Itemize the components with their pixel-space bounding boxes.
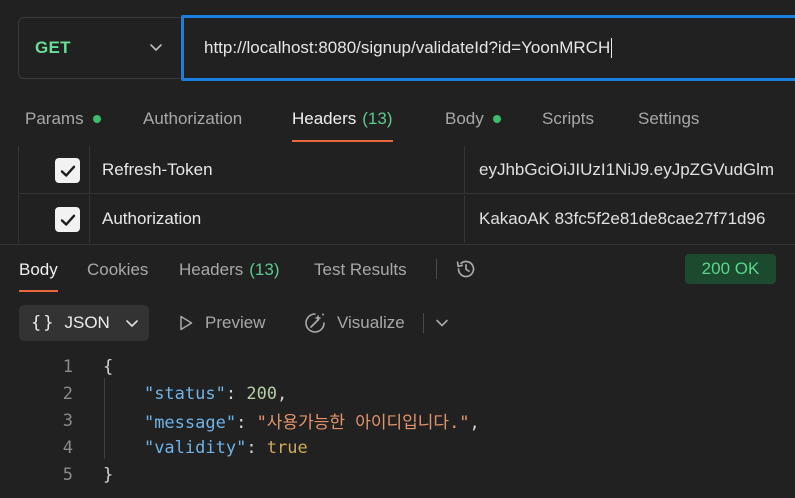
format-dropdown[interactable]: {} JSON xyxy=(19,305,149,341)
headers-table: Refresh-Token eyJhbGciOiJIUzI1NiJ9.eyJpZ… xyxy=(18,146,795,244)
column-divider xyxy=(89,195,90,243)
tab-settings-label: Settings xyxy=(638,109,700,128)
header-enabled-checkbox[interactable] xyxy=(55,207,80,232)
tab-scripts-label: Scripts xyxy=(542,109,594,128)
preview-button[interactable]: Preview xyxy=(177,305,265,341)
tab-authorization-label: Authorization xyxy=(143,109,243,128)
table-row: Refresh-Token eyJhbGciOiJIUzI1NiJ9.eyJpZ… xyxy=(18,146,795,194)
tab-cookies-label: Cookies xyxy=(87,260,149,279)
pane-divider[interactable] xyxy=(0,244,795,245)
checkmark-icon xyxy=(60,165,75,177)
postman-request-window: GET http://localhost:8080/signup/validat… xyxy=(0,0,795,498)
tab-body[interactable]: Body xyxy=(445,96,501,142)
tab-test-results[interactable]: Test Results xyxy=(314,248,407,292)
method-dropdown[interactable]: GET xyxy=(18,17,181,79)
format-label: JSON xyxy=(64,313,110,332)
header-value[interactable]: eyJhbGciOiJIUzI1NiJ9.eyJpZGVudGlm xyxy=(479,146,795,194)
request-tabs: Params Authorization Headers (13) Body S… xyxy=(0,96,795,142)
line-number: 4 xyxy=(62,437,73,458)
json-number: 200 xyxy=(246,383,278,404)
json-string: "사용가능한 아이디입니다." xyxy=(256,413,470,433)
header-value[interactable]: KakaoAK 83fc5f2e81de8cae27f71d96 xyxy=(479,195,795,243)
header-key[interactable]: Refresh-Token xyxy=(102,146,213,194)
body-enabled-dot xyxy=(492,115,501,123)
json-brace: } xyxy=(103,464,114,485)
tab-body-label: Body xyxy=(445,109,484,128)
tab-headers[interactable]: Headers (13) xyxy=(292,96,393,142)
header-enabled-checkbox[interactable] xyxy=(55,158,80,183)
code-line: 1 { xyxy=(0,353,795,380)
header-key[interactable]: Authorization xyxy=(102,195,201,243)
column-divider xyxy=(464,146,465,194)
column-divider xyxy=(464,195,465,243)
tab-cookies[interactable]: Cookies xyxy=(87,248,148,292)
json-key: "status" xyxy=(143,383,226,404)
json-brace: { xyxy=(103,356,114,377)
json-braces-icon: {} xyxy=(31,313,56,333)
status-badge[interactable]: 200 OK xyxy=(685,254,776,284)
toolbar-separator xyxy=(423,313,424,333)
url-text: http://localhost:8080/signup/validateId?… xyxy=(204,38,611,57)
line-number: 2 xyxy=(62,383,73,404)
params-enabled-dot xyxy=(92,115,101,123)
tab-headers-label: Headers xyxy=(292,109,357,128)
tab-params-label: Params xyxy=(25,109,84,128)
table-row: Authorization KakaoAK 83fc5f2e81de8cae27… xyxy=(18,195,795,243)
tab-response-headers-label: Headers xyxy=(179,260,244,279)
tab-response-body-label: Body xyxy=(19,260,58,279)
visualize-label: Visualize xyxy=(337,313,405,332)
line-number: 1 xyxy=(62,356,73,377)
tab-response-body[interactable]: Body xyxy=(19,248,58,292)
tab-settings[interactable]: Settings xyxy=(638,96,699,142)
method-label: GET xyxy=(35,38,71,57)
json-key: "validity" xyxy=(143,437,247,458)
chevron-down-icon xyxy=(126,320,138,327)
tab-response-headers[interactable]: Headers (13) xyxy=(179,248,280,292)
tab-test-results-label: Test Results xyxy=(314,260,407,279)
column-divider xyxy=(89,146,90,194)
checkmark-icon xyxy=(60,214,75,226)
json-key: "message" xyxy=(143,413,237,433)
tab-authorization[interactable]: Authorization xyxy=(143,96,242,142)
chevron-down-icon xyxy=(150,44,162,51)
toolbar-separator xyxy=(436,259,437,279)
code-line: 4 "validity": true xyxy=(0,434,795,461)
history-icon[interactable] xyxy=(454,257,478,281)
chevron-down-icon[interactable] xyxy=(434,316,450,330)
code-line: 3 "message": "사용가능한 아이디입니다.", xyxy=(0,407,795,434)
tab-params[interactable]: Params xyxy=(25,96,101,142)
response-body-code[interactable]: 1 { 2 "status": 200, 3 "message": "사용가능한… xyxy=(0,353,795,488)
json-boolean: true xyxy=(266,437,308,458)
url-input[interactable]: http://localhost:8080/signup/validateId?… xyxy=(181,15,795,81)
line-number: 5 xyxy=(62,464,73,485)
line-number: 3 xyxy=(62,410,73,431)
tab-headers-count: (13) xyxy=(362,109,393,128)
play-icon xyxy=(180,315,193,331)
text-cursor xyxy=(611,38,613,58)
code-line: 2 "status": 200, xyxy=(0,380,795,407)
tab-scripts[interactable]: Scripts xyxy=(542,96,594,142)
visualize-button[interactable]: Visualize xyxy=(303,305,405,341)
preview-label: Preview xyxy=(205,313,266,332)
code-line: 5 } xyxy=(0,461,795,488)
tab-response-headers-count: (13) xyxy=(249,260,280,279)
response-tabs: Body Cookies Headers (13) Test Results xyxy=(0,248,795,292)
visualize-icon xyxy=(305,313,325,333)
